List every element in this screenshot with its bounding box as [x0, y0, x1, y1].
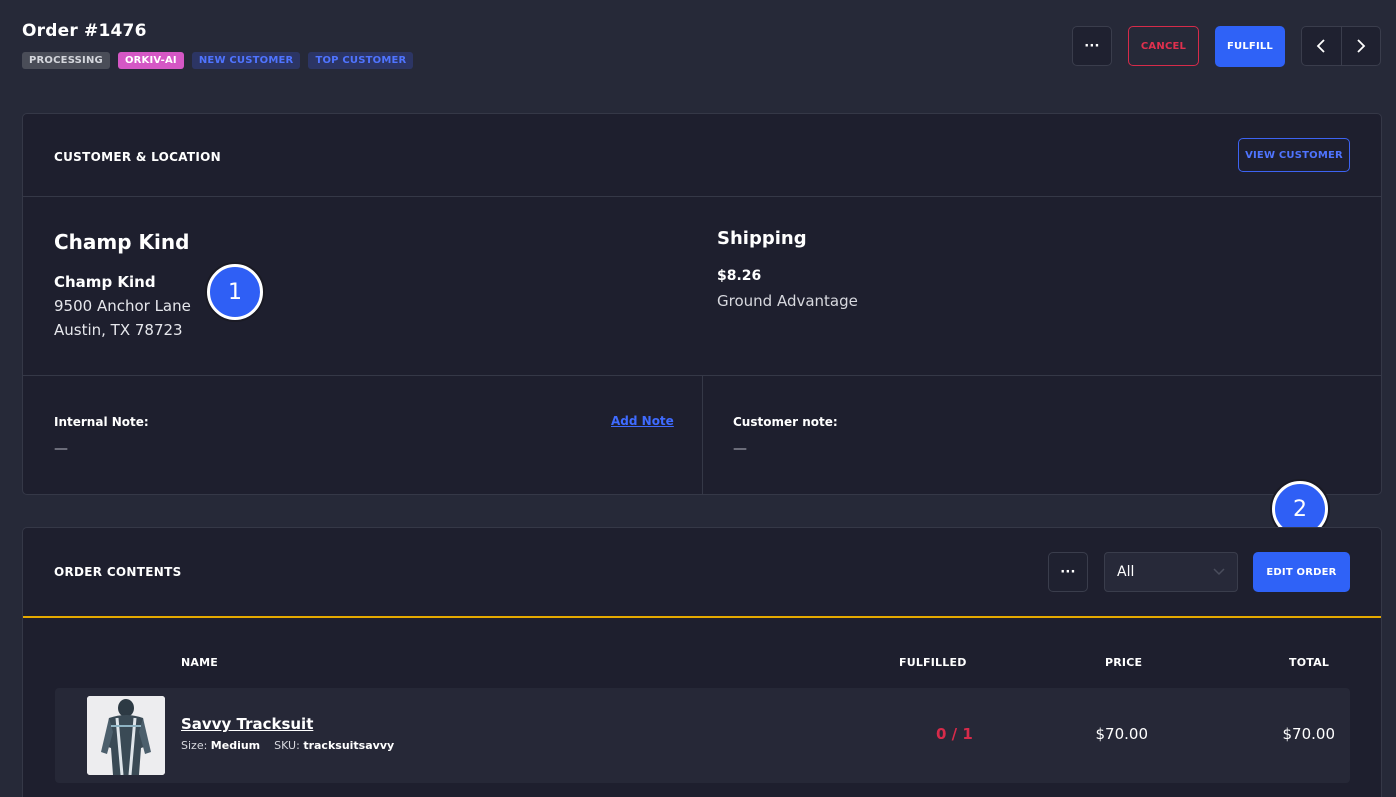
item-price: $70.00: [1095, 725, 1149, 743]
product-name-link[interactable]: Savvy Tracksuit: [181, 715, 313, 733]
column-header-fulfilled: FULFILLED: [899, 656, 967, 669]
chevron-left-icon: [1316, 39, 1325, 53]
order-contents-card: ORDER CONTENTS ··· All EDIT ORDER NAME F…: [22, 527, 1382, 797]
order-header: Order #1476 PROCESSING ORKIV-AI NEW CUST…: [0, 0, 1396, 100]
sku-value: tracksuitsavvy: [303, 739, 395, 752]
tracksuit-image: [87, 696, 165, 775]
more-actions-button[interactable]: ···: [1072, 26, 1112, 66]
customer-note-label: Customer note:: [733, 415, 838, 429]
product-image[interactable]: [87, 696, 165, 775]
size-label: Size:: [181, 739, 208, 752]
customer-name: Champ Kind: [54, 230, 190, 254]
order-tags: PROCESSING ORKIV-AI NEW CUSTOMER TOP CUS…: [22, 52, 414, 69]
edit-order-button[interactable]: EDIT ORDER: [1253, 552, 1350, 592]
column-header-price: PRICE: [1105, 656, 1143, 669]
next-order-button[interactable]: [1340, 27, 1381, 65]
filter-select-value: All: [1117, 564, 1135, 580]
section-title-customer: CUSTOMER & LOCATION: [54, 150, 221, 164]
shipping-title: Shipping: [717, 228, 807, 249]
tag-new-customer: NEW CUSTOMER: [191, 52, 301, 69]
fulfill-button[interactable]: FULFILL: [1215, 26, 1285, 67]
table-row: Savvy Tracksuit Size: Medium SKU: tracks…: [55, 688, 1350, 783]
column-header-name: NAME: [181, 656, 218, 669]
page-title: Order #1476: [22, 21, 147, 41]
sku-label: SKU:: [274, 739, 300, 752]
item-total: $70.00: [1282, 725, 1336, 743]
divider: [23, 196, 1381, 197]
previous-order-button[interactable]: [1302, 27, 1341, 65]
cancel-button[interactable]: CANCEL: [1128, 26, 1199, 66]
product-meta: Size: Medium SKU: tracksuitsavvy: [181, 739, 394, 752]
size-value: Medium: [210, 739, 261, 752]
address-line-2: Austin, TX 78723: [54, 321, 183, 339]
section-title-contents: ORDER CONTENTS: [54, 565, 182, 579]
status-badge-processing: PROCESSING: [22, 52, 110, 69]
chevron-right-icon: [1357, 39, 1366, 53]
view-customer-button[interactable]: VIEW CUSTOMER: [1238, 138, 1350, 172]
column-header-total: TOTAL: [1289, 656, 1330, 669]
internal-note-label: Internal Note:: [54, 415, 149, 429]
internal-note-value: —: [54, 441, 68, 457]
chevron-down-icon: [1213, 568, 1225, 576]
divider: [702, 375, 703, 495]
section-accent-line: [23, 616, 1381, 618]
address-name: Champ Kind: [54, 273, 156, 291]
step-badge-1: 1: [207, 264, 263, 320]
add-note-link[interactable]: Add Note: [611, 414, 674, 428]
shipping-method: Ground Advantage: [717, 292, 858, 310]
contents-more-button[interactable]: ···: [1048, 552, 1088, 592]
order-navigation: [1301, 26, 1381, 66]
customer-note-value: —: [733, 441, 747, 457]
address-line-1: 9500 Anchor Lane: [54, 297, 191, 315]
fulfilled-count: 0 / 1: [936, 725, 973, 743]
filter-select[interactable]: All: [1104, 552, 1238, 592]
tag-top-customer: TOP CUSTOMER: [308, 52, 414, 69]
tag-orkiv-ai: ORKIV-AI: [117, 52, 184, 69]
shipping-price: $8.26: [717, 268, 762, 284]
